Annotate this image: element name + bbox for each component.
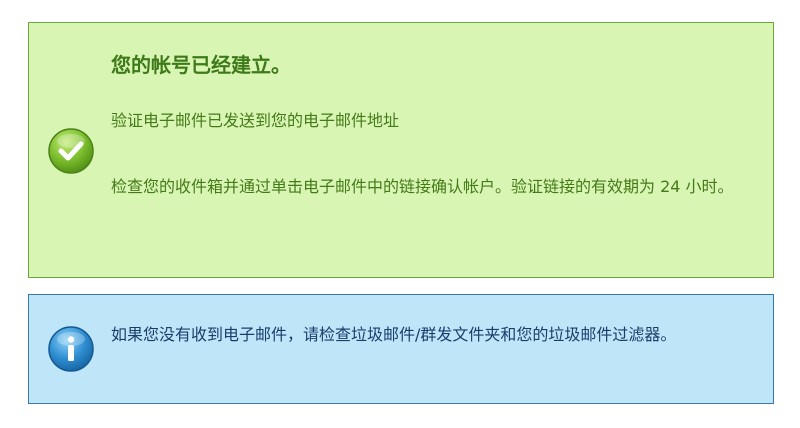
email-sent-message: 验证电子邮件已发送到您的电子邮件地址 (111, 111, 400, 130)
info-circle-icon (47, 325, 95, 373)
success-panel: 您的帐号已经建立。 验证电子邮件已发送到您的电子邮件地址 检查您的收件箱并通过单… (28, 22, 774, 278)
success-title: 您的帐号已经建立。 (111, 53, 291, 77)
check-circle-icon (47, 127, 95, 175)
info-panel: 如果您没有收到电子邮件，请检查垃圾邮件/群发文件夹和您的垃圾邮件过滤器。 (28, 294, 774, 404)
confirm-instructions-message: 检查您的收件箱并通过单击电子邮件中的链接确认帐户。验证链接的有效期为 24 小时… (111, 177, 734, 196)
spam-folder-hint: 如果您没有收到电子邮件，请检查垃圾邮件/群发文件夹和您的垃圾邮件过滤器。 (111, 325, 677, 344)
